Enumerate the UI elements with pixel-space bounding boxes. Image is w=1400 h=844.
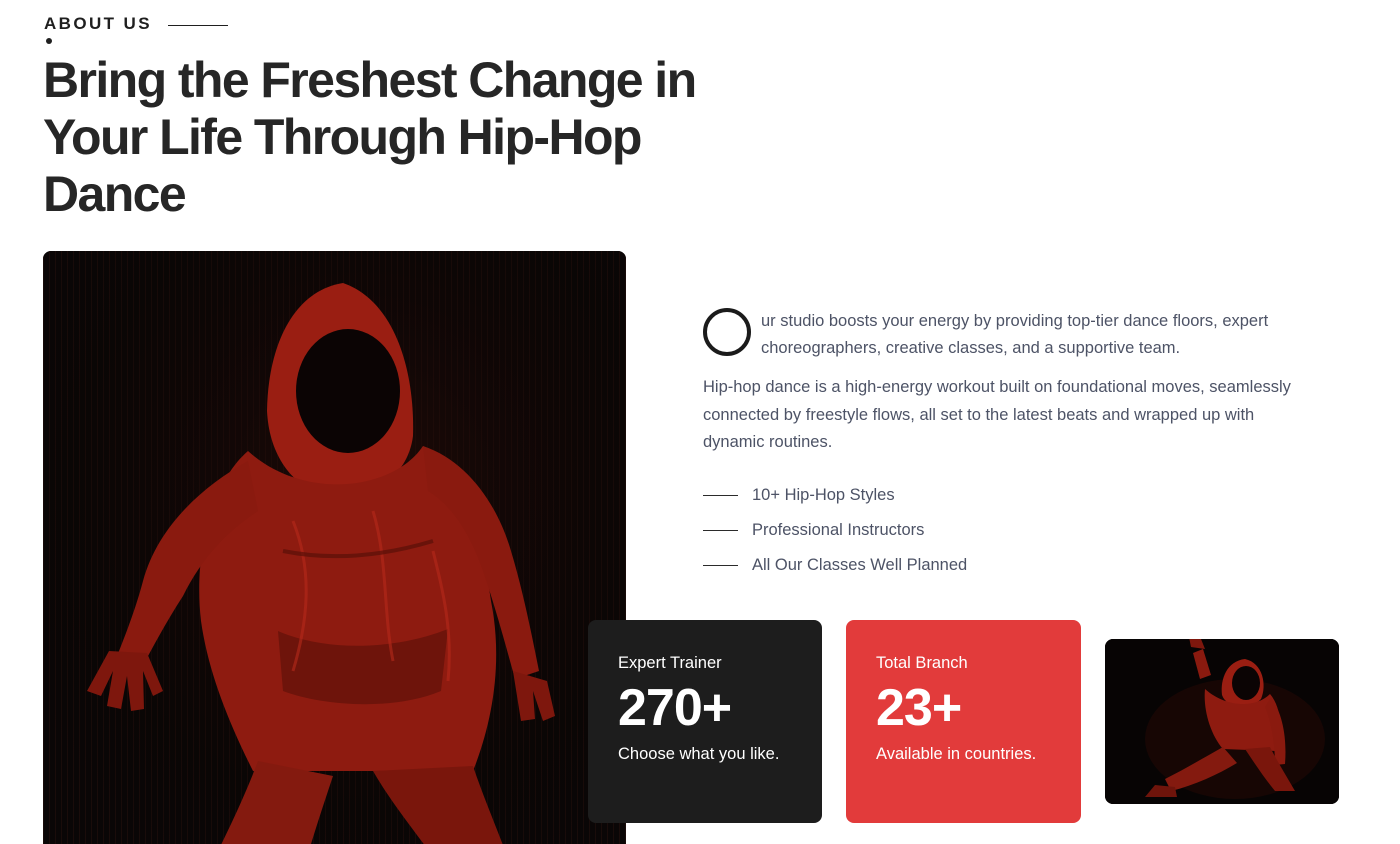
list-item: 10+ Hip-Hop Styles: [703, 478, 967, 513]
eyebrow-label: ABOUT US: [44, 14, 152, 33]
stat-card-total-branch: Total Branch 23+ Available in countries.: [846, 620, 1081, 823]
hero-dancer-image: [43, 251, 626, 844]
kneeling-dancer-illustration: [1105, 639, 1339, 804]
stat-value: 270+: [618, 679, 732, 737]
stat-card-expert-trainer: Expert Trainer 270+ Choose what you like…: [588, 620, 822, 823]
eyebrow-divider: [167, 24, 228, 26]
stat-value: 23+: [876, 679, 962, 737]
feature-label: All Our Classes Well Planned: [752, 556, 968, 574]
stat-label: Total Branch: [876, 654, 968, 672]
list-item: All Our Classes Well Planned: [703, 548, 967, 583]
intro-text: ur studio boosts your energy by providin…: [761, 312, 1269, 357]
eyebrow-dot: [46, 38, 52, 44]
dancer-illustration: [43, 251, 626, 844]
intro-paragraph: ur studio boosts your energy by providin…: [703, 308, 1343, 362]
stat-description: Available in countries.: [876, 745, 1037, 763]
list-item: Professional Instructors: [703, 513, 967, 548]
section-headline: Bring the Freshest Change in Your Life T…: [43, 52, 697, 222]
section-eyebrow: ABOUT US: [44, 14, 228, 34]
feature-label: Professional Instructors: [752, 521, 925, 539]
stat-description: Choose what you like.: [618, 745, 780, 763]
dash-icon: [703, 565, 738, 566]
description-paragraph: Hip-hop dance is a high-energy workout b…: [703, 378, 1291, 451]
dash-icon: [703, 530, 738, 531]
feature-list: 10+ Hip-Hop Styles Professional Instruct…: [703, 478, 967, 583]
stat-label: Expert Trainer: [618, 654, 722, 672]
dash-icon: [703, 495, 738, 496]
drop-cap-o: [703, 308, 751, 356]
dancer-thumbnail-image: [1105, 639, 1339, 804]
feature-label: 10+ Hip-Hop Styles: [752, 486, 895, 504]
